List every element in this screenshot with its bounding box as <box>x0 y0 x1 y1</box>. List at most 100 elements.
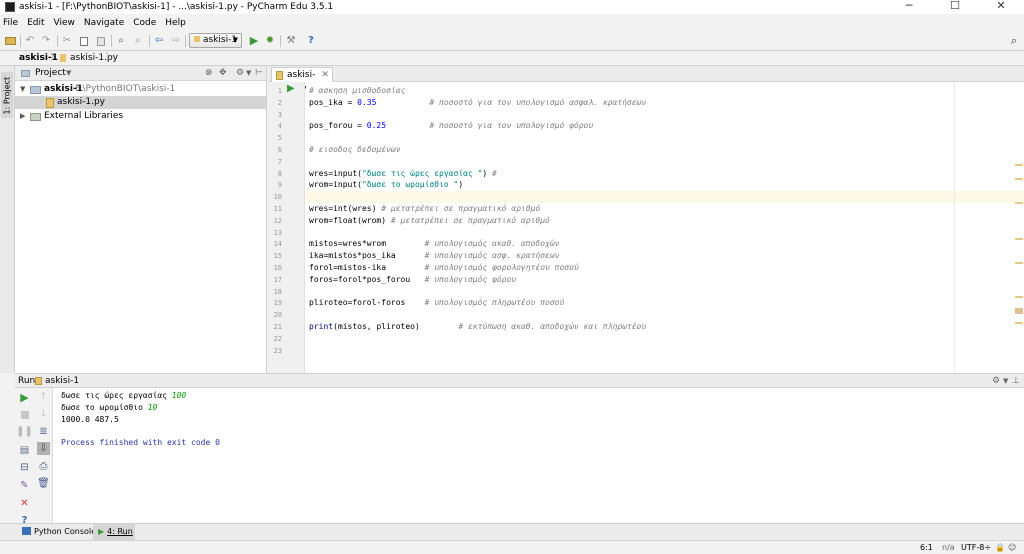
caret-position[interactable]: 6:1 <box>920 541 933 554</box>
collapse-all-icon[interactable]: ⊗ <box>205 66 213 81</box>
hide-panel-icon[interactable]: ⊥ <box>1012 374 1020 388</box>
paste-icon[interactable] <box>95 34 107 48</box>
menu-help[interactable]: Help <box>165 18 186 28</box>
file-encoding[interactable]: UTF-8÷ <box>961 541 991 554</box>
close-icon[interactable]: ✕ <box>18 497 31 510</box>
print-icon[interactable]: ⎙ <box>37 460 50 473</box>
cut-icon[interactable]: ✂ <box>61 34 73 48</box>
project-tool-tab[interactable]: 1: Project <box>1 72 13 118</box>
gear-icon[interactable]: ⚙ <box>992 374 1000 388</box>
dump-threads-icon[interactable]: ⊟ <box>18 461 31 474</box>
close-tab-icon[interactable]: ✕ <box>321 68 329 82</box>
menu-file[interactable]: File <box>3 18 18 28</box>
layout-icon[interactable]: ▤ <box>18 444 31 457</box>
run-gutter-icon[interactable]: ▶ <box>287 83 295 94</box>
stop-icon[interactable] <box>18 408 31 421</box>
pycharm-app-icon <box>5 2 15 12</box>
code-token: mistos=wres*wrom <box>309 239 425 249</box>
code-token: # υπολογισμός ασφ. κρατήσεων <box>424 251 560 261</box>
forward-icon[interactable]: ⇨ <box>170 34 182 48</box>
run-icon[interactable]: ▶ <box>248 34 260 48</box>
python-file-icon <box>46 98 54 108</box>
open-folder-icon[interactable] <box>4 34 16 48</box>
code-line: foros=forol*pos_forou # υπολογισμός φόρο… <box>309 274 516 286</box>
code-token: # υπολογισμός φορολογητέου ποσού <box>424 263 579 272</box>
tree-item-external-libraries[interactable]: ▶ External Libraries <box>15 110 266 123</box>
run-panel-header: Run askisi-1 ⚙ ▼ ⊥ <box>15 373 1024 388</box>
project-panel-header: Project ▼ ⊗ ✥ ⚙ ▼ ⊢ <box>15 66 266 81</box>
run-config-tab[interactable]: askisi-1 <box>45 374 79 388</box>
minimize-button[interactable]: ─ <box>886 0 932 14</box>
arrow-up-icon[interactable]: 🡑 <box>37 391 50 404</box>
line-number: 19 <box>273 299 282 308</box>
pin-icon[interactable]: ✎ <box>18 479 31 492</box>
gear-icon[interactable]: ⚙ <box>236 66 244 81</box>
find-icon[interactable]: ⌕ <box>115 34 127 48</box>
scroll-from-source-icon[interactable]: ✥ <box>219 66 227 81</box>
code-token: 0.35 <box>357 97 377 107</box>
code-token: pos_ika = <box>309 97 358 107</box>
line-number: 7 <box>277 157 282 166</box>
copy-icon[interactable] <box>78 34 90 48</box>
debug-icon[interactable]: ✹ <box>264 34 276 48</box>
redo-icon[interactable]: ↷ <box>40 34 52 48</box>
undo-icon[interactable]: ↶ <box>24 34 36 48</box>
expand-right-icon[interactable]: ▶ <box>20 110 25 123</box>
line-separator[interactable]: n/a <box>942 541 955 554</box>
code-token: wres=input( <box>309 168 362 178</box>
python-console-tab-label: Python Console <box>34 527 97 536</box>
run-tool-tab[interactable]: ▶ 4: Run <box>93 524 135 540</box>
code-area[interactable]: # ασκηση μισθοδοσίας pos_ika = 0.35 # ποσ… <box>309 82 1009 373</box>
menu-bar: File Edit View Navigate Code Help <box>0 14 1024 31</box>
editor-tab-askisi-1[interactable]: askisi-1.py ✕ <box>271 67 333 94</box>
project-view-select[interactable]: Project <box>35 66 66 81</box>
search-everywhere-icon[interactable]: ⌕ <box>1008 34 1020 48</box>
menu-code[interactable]: Code <box>133 18 156 28</box>
project-panel: Project ▼ ⊗ ✥ ⚙ ▼ ⊢ ▼ askisi-1 F:\Python… <box>15 66 267 373</box>
menu-view[interactable]: View <box>54 18 75 28</box>
expand-down-icon[interactable]: ▼ <box>20 83 25 96</box>
line-number: 13 <box>273 228 282 237</box>
tree-item-project-root[interactable]: ▼ askisi-1 F:\PythonBIOT\askisi-1 <box>15 83 266 96</box>
replace-icon[interactable]: ⌕ <box>132 34 144 48</box>
menu-navigate[interactable]: Navigate <box>84 18 124 28</box>
gear-dropdown-icon[interactable]: ▼ <box>246 66 251 81</box>
close-window-button[interactable]: ✕ <box>978 0 1024 14</box>
breadcrumb-separator-2: 〉 <box>106 53 116 63</box>
gear-dropdown-icon[interactable]: ▼ <box>1003 374 1008 388</box>
line-number: 1 <box>277 87 282 95</box>
soft-wrap-icon[interactable]: ≣ <box>37 425 50 438</box>
event-log-icon[interactable]: ☺ <box>1008 541 1016 554</box>
run-console-output[interactable]: δωσε τις ώρες εργασίας 100 δωσε το ωρομίσ… <box>53 388 1024 523</box>
tree-item-file[interactable]: askisi-1.py <box>15 96 266 109</box>
maximize-button[interactable]: ☐ <box>932 0 978 14</box>
console-text: 1000.0 487.5 <box>61 414 119 424</box>
chevron-down-icon[interactable]: ▼ <box>66 66 71 81</box>
help-icon[interactable]: ? <box>305 34 317 48</box>
trash-icon[interactable]: 🗑 <box>37 477 50 490</box>
rerun-icon[interactable]: ▶ <box>18 391 31 404</box>
line-number-gutter: ▶ 1 2 3 4 5 6 7 8 9 10 11 12 13 14 15 16 17 18 19 20 21 22 23 <box>268 82 305 373</box>
lock-icon[interactable]: 🔒 <box>995 541 1005 554</box>
hide-panel-icon[interactable]: ⊢ <box>255 66 263 81</box>
line-number: 5 <box>277 134 282 143</box>
back-icon[interactable]: ⇦ <box>153 34 165 48</box>
tree-file-name: askisi-1.py <box>57 97 105 107</box>
folder-icon <box>30 86 41 94</box>
external-libraries-label: External Libraries <box>44 111 124 121</box>
editor-error-stripe[interactable] <box>1014 82 1024 373</box>
pause-icon[interactable]: ❚❚ <box>16 425 33 438</box>
line-number: 20 <box>273 311 282 320</box>
arrow-down-icon[interactable]: 🡓 <box>37 408 50 421</box>
menu-edit[interactable]: Edit <box>27 18 44 28</box>
code-token: forol=mistos-ika <box>309 263 425 272</box>
line-number: 6 <box>277 146 282 154</box>
run-config-select[interactable]: askisi-1 ▼ <box>189 33 242 48</box>
code-token: # ποσοστό για τον υπολογισμό ασφαλ. κρατ… <box>429 97 647 107</box>
python-console-tab[interactable]: Python Console <box>18 524 96 540</box>
settings-icon[interactable]: ⚒ <box>285 34 297 48</box>
code-token: 0.25 <box>366 121 387 131</box>
project-root-path: F:\PythonBIOT\askisi-1 <box>75 84 176 94</box>
scroll-to-end-icon[interactable]: ⇩ <box>37 442 50 455</box>
code-token: # ασκηση μισθοδοσίας <box>309 86 406 95</box>
